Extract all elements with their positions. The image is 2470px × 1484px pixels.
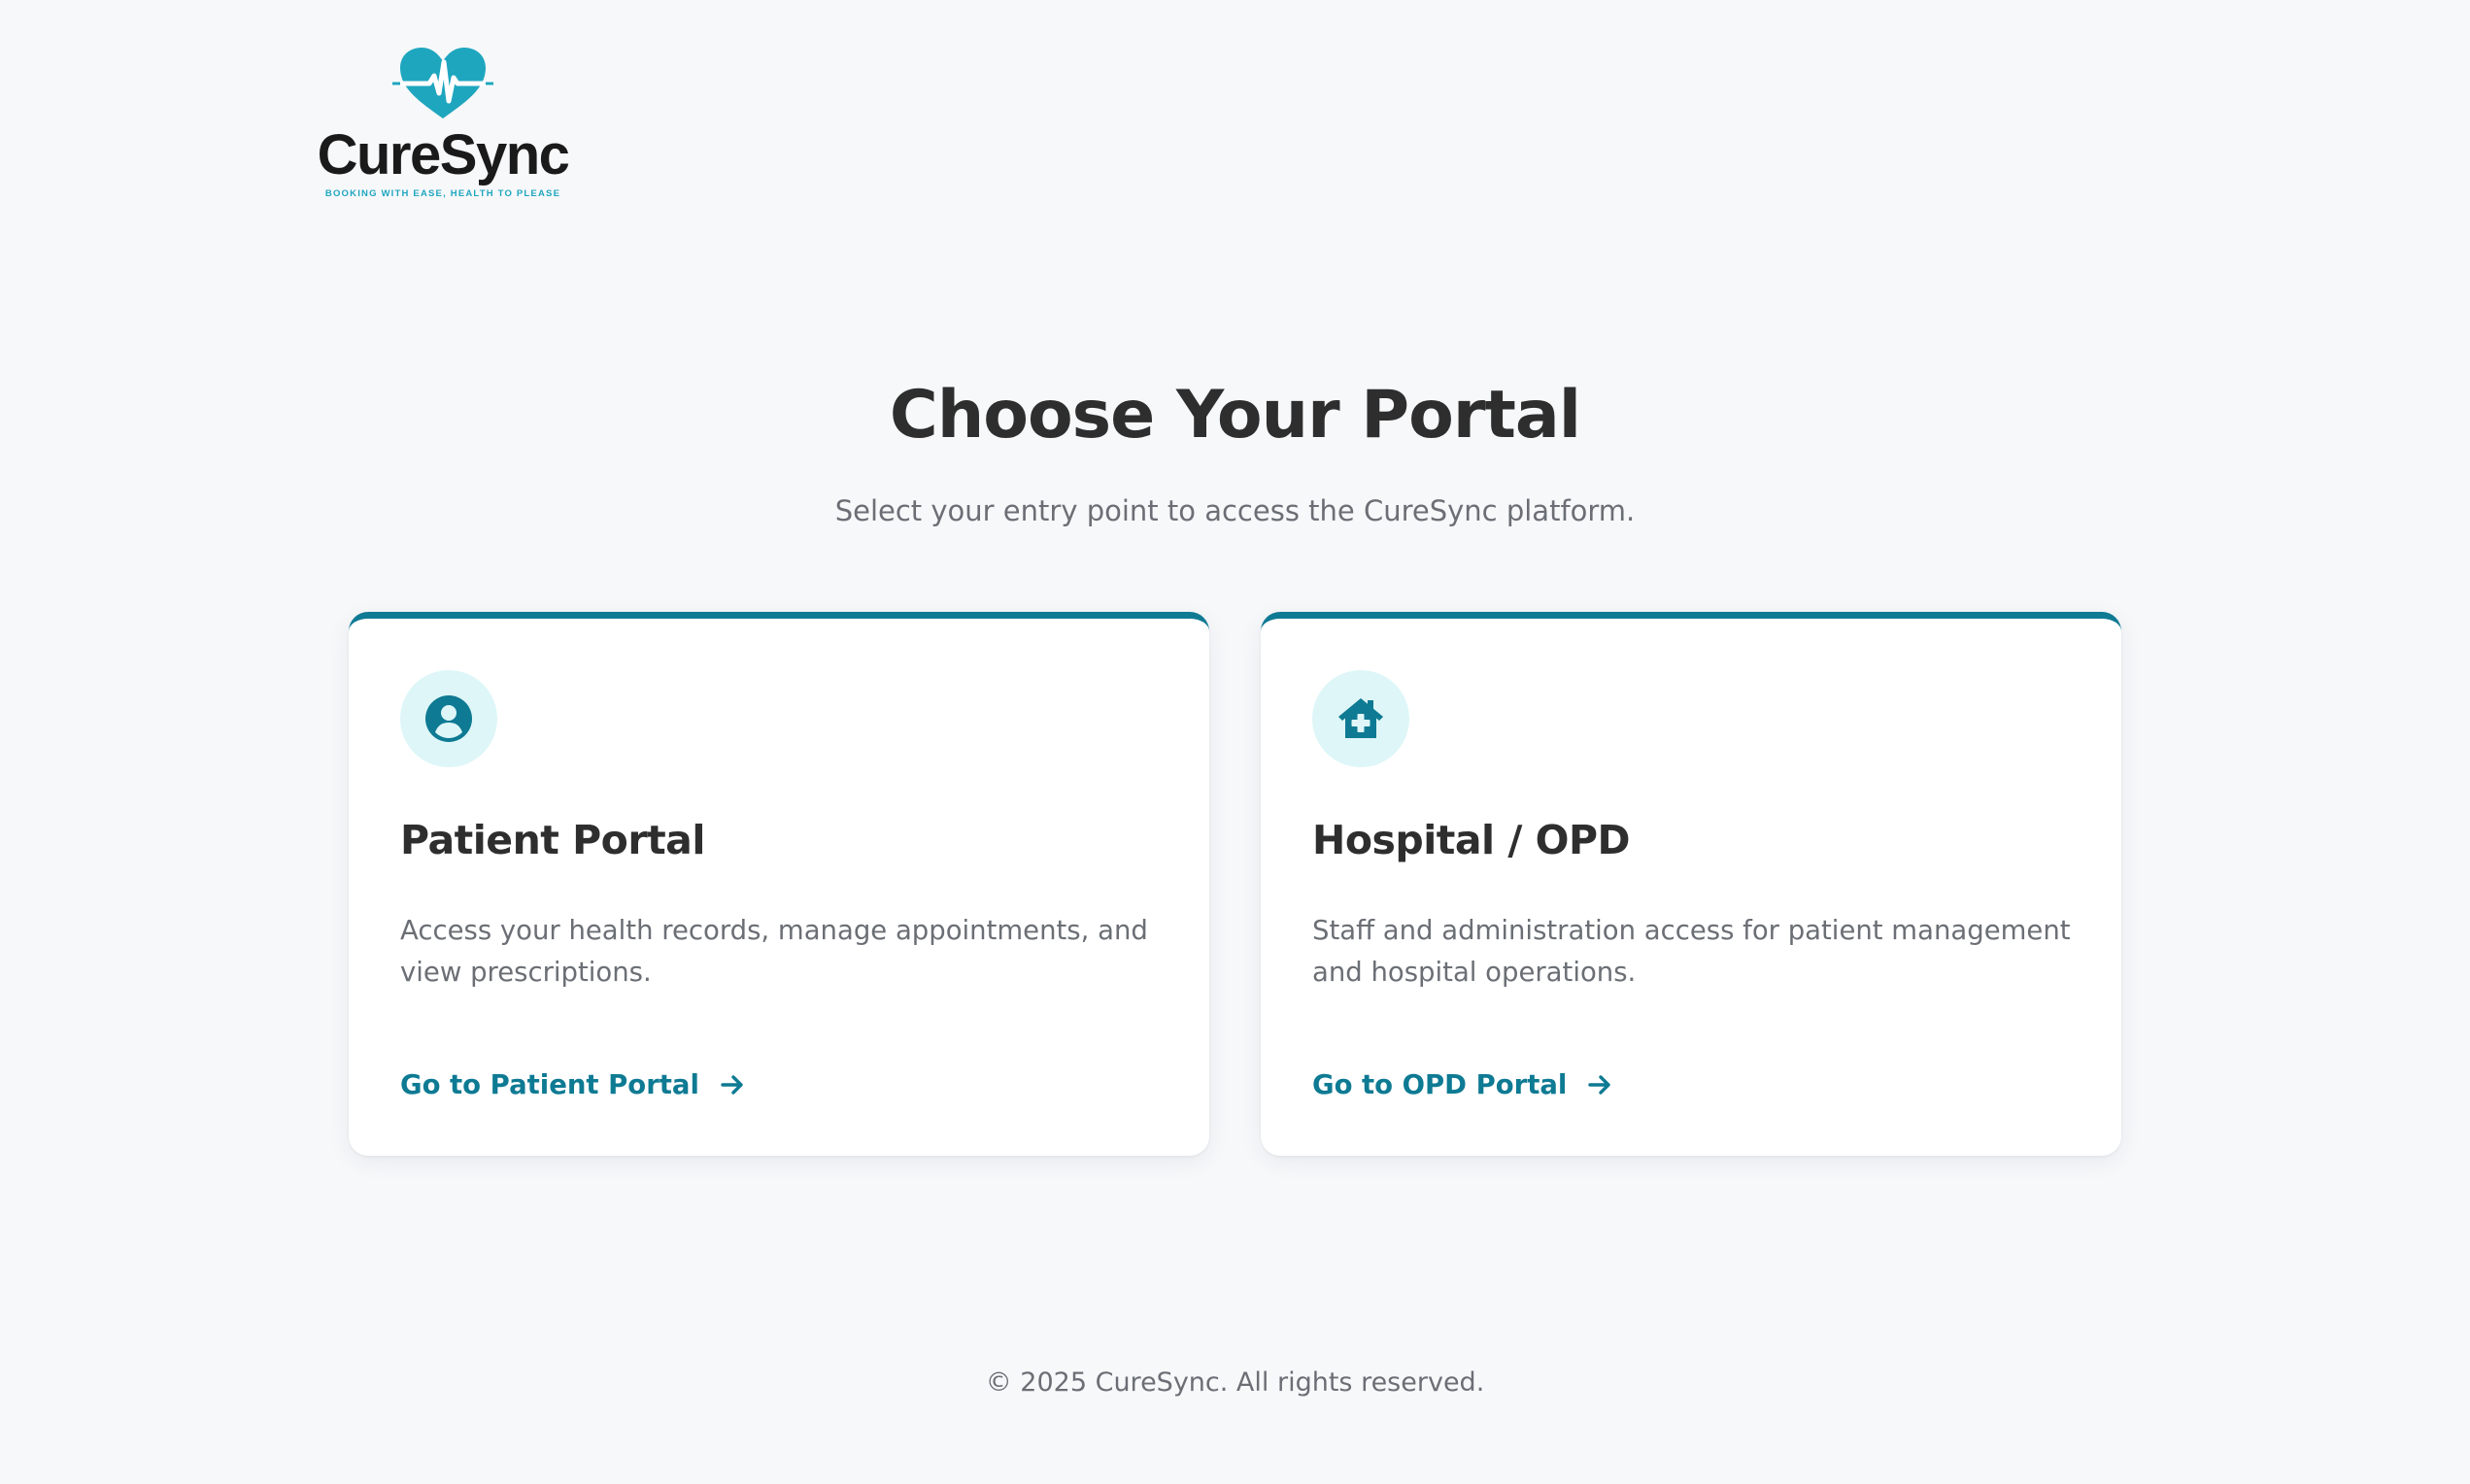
brand-tagline: BOOKING WITH EASE, HEALTH TO PLEASE bbox=[324, 188, 561, 199]
card-title: Patient Portal bbox=[400, 817, 705, 863]
page-subtitle: Select your entry point to access the Cu… bbox=[834, 494, 1636, 527]
hospital-icon-badge bbox=[1312, 670, 1409, 767]
link-label: Go to OPD Portal bbox=[1312, 1069, 1568, 1100]
link-label: Go to Patient Portal bbox=[400, 1069, 699, 1100]
brand-logo[interactable]: CureSync BOOKING WITH EASE, HEALTH TO PL… bbox=[317, 45, 570, 199]
brand-name: CureSync bbox=[317, 123, 570, 186]
heart-pulse-icon bbox=[392, 48, 493, 118]
arrow-right-icon bbox=[1588, 1075, 1611, 1095]
house-medical-icon bbox=[1338, 698, 1383, 738]
go-to-opd-portal-link[interactable]: Go to OPD Portal bbox=[1312, 1065, 1613, 1104]
card-title: Hospital / OPD bbox=[1312, 817, 1631, 863]
go-to-patient-portal-link[interactable]: Go to Patient Portal bbox=[400, 1065, 746, 1104]
page-title: Choose Your Portal bbox=[889, 377, 1581, 454]
patient-icon-badge bbox=[400, 670, 497, 767]
user-circle-icon bbox=[425, 695, 472, 742]
footer-copyright: © 2025 CureSync. All rights reserved. bbox=[985, 1367, 1485, 1398]
arrow-right-icon bbox=[721, 1075, 743, 1095]
card-description: Access your health records, manage appoi… bbox=[400, 915, 1148, 988]
card-description: Staff and administration access for pati… bbox=[1312, 915, 2071, 988]
patient-portal-card[interactable]: Patient Portal Access your health record… bbox=[349, 612, 1209, 1156]
hospital-portal-card[interactable]: Hospital / OPD Staff and administration … bbox=[1261, 612, 2121, 1156]
